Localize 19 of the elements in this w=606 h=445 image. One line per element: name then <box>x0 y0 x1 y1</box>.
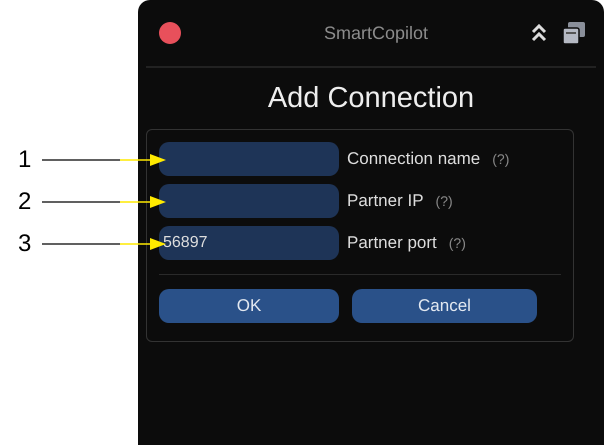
help-link[interactable]: (?) <box>448 235 466 251</box>
dialog-heading: Add Connection <box>268 82 474 115</box>
callout-number: 3 <box>18 230 32 258</box>
close-icon[interactable] <box>158 21 182 45</box>
callout-number: 2 <box>18 188 32 216</box>
help-link[interactable]: (?) <box>436 193 453 209</box>
input-field[interactable]: 56897 <box>159 226 339 260</box>
window-title: SmartCopilot <box>322 22 430 44</box>
input-field[interactable] <box>159 142 339 176</box>
field-label: Partner IP <box>347 191 424 211</box>
field-label: Partner port <box>347 233 437 253</box>
dialog-button[interactable]: Cancel <box>352 289 537 323</box>
help-link[interactable]: (?) <box>492 151 510 167</box>
collapse-icon[interactable] <box>530 23 548 43</box>
field-label: Connection name <box>347 149 480 169</box>
dialog-button[interactable]: OK <box>159 289 339 323</box>
callout-number: 1 <box>18 146 32 174</box>
input-field[interactable] <box>159 184 339 218</box>
windows-icon[interactable] <box>562 21 586 45</box>
